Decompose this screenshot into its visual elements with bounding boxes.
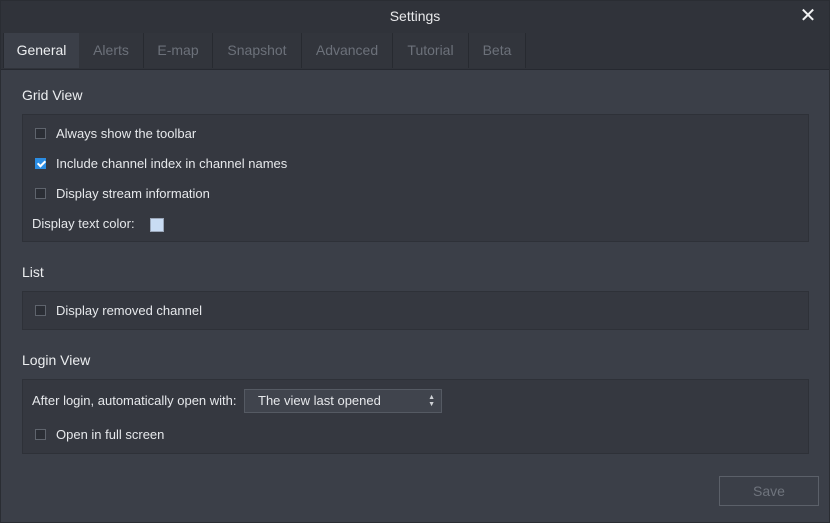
include-channel-index-label: Include channel index in channel names [56, 155, 288, 171]
always-show-toolbar-checkbox[interactable] [35, 128, 46, 140]
login-view-heading: Login View [22, 352, 91, 368]
include-channel-index-checkbox[interactable] [35, 158, 46, 170]
always-show-toolbar-label: Always show the toolbar [56, 125, 197, 141]
tab-beta[interactable]: Beta [469, 33, 526, 68]
list-panel: Display removed channel [22, 291, 809, 330]
open-full-screen-label: Open in full screen [56, 426, 165, 442]
text-color-row: Display text color: [32, 215, 164, 233]
login-view-panel: After login, automatically open with: Th… [22, 379, 809, 454]
open-with-label: After login, automatically open with: [32, 393, 237, 408]
channel-index-option[interactable]: Include channel index in channel names [35, 154, 287, 172]
toolbar-option[interactable]: Always show the toolbar [35, 124, 196, 142]
tab-bar: General Alerts E-map Snapshot Advanced T… [1, 32, 829, 70]
select-arrows-icon: ▲ ▼ [428, 394, 435, 408]
tab-alerts[interactable]: Alerts [79, 33, 144, 68]
open-with-value: The view last opened [258, 393, 381, 408]
tab-snapshot[interactable]: Snapshot [213, 33, 302, 68]
text-color-swatch[interactable] [149, 217, 164, 232]
tab-emap[interactable]: E-map [144, 33, 213, 68]
settings-window: Settings ✕ General Alerts E-map Snapshot… [0, 0, 830, 523]
title-bar: Settings ✕ [1, 1, 829, 32]
display-removed-channel-label: Display removed channel [56, 302, 202, 318]
display-text-color-label: Display text color: [32, 216, 135, 231]
display-stream-info-label: Display stream information [56, 185, 210, 201]
list-heading: List [22, 264, 44, 280]
tab-advanced[interactable]: Advanced [302, 33, 393, 68]
tab-general[interactable]: General [3, 33, 80, 68]
close-icon[interactable]: ✕ [797, 5, 819, 27]
open-full-screen-checkbox[interactable] [35, 429, 46, 441]
stream-info-option[interactable]: Display stream information [35, 184, 210, 202]
display-removed-channel-checkbox[interactable] [35, 305, 46, 317]
grid-view-heading: Grid View [22, 87, 83, 103]
removed-channel-option[interactable]: Display removed channel [35, 301, 202, 319]
full-screen-option[interactable]: Open in full screen [35, 425, 164, 443]
save-button[interactable]: Save [719, 476, 819, 506]
display-stream-info-checkbox[interactable] [35, 188, 46, 200]
grid-view-panel: Always show the toolbar Include channel … [22, 114, 809, 242]
window-title: Settings [389, 8, 441, 24]
tab-tutorial[interactable]: Tutorial [393, 33, 469, 68]
open-with-select[interactable]: The view last opened ▲ ▼ [244, 389, 442, 413]
